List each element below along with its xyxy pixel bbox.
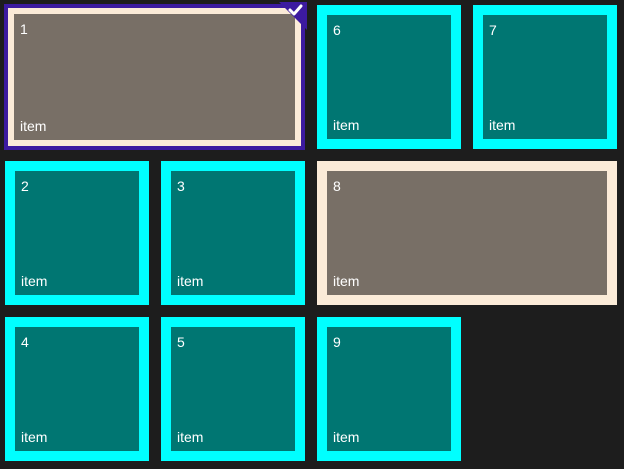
tile-label: item bbox=[177, 273, 204, 289]
tile-grid: 1 item 6 item 7 item 2 item 3 item 8 ite… bbox=[0, 0, 624, 469]
grid-tile-2[interactable]: 2 item bbox=[5, 161, 149, 305]
checkmark-icon bbox=[279, 2, 307, 30]
grid-tile-8[interactable]: 8 item bbox=[317, 161, 617, 305]
grid-tile-3[interactable]: 3 item bbox=[161, 161, 305, 305]
tile-label: item bbox=[20, 118, 47, 134]
tile-number: 9 bbox=[333, 334, 341, 350]
tile-label: item bbox=[489, 117, 516, 133]
grid-tile-5[interactable]: 5 item bbox=[161, 317, 305, 461]
tile-label: item bbox=[21, 429, 48, 445]
tile-number: 4 bbox=[21, 334, 29, 350]
grid-tile-7[interactable]: 7 item bbox=[473, 5, 617, 149]
tile-number: 8 bbox=[333, 178, 341, 194]
grid-tile-4[interactable]: 4 item bbox=[5, 317, 149, 461]
tile-number: 7 bbox=[489, 22, 497, 38]
grid-tile-6[interactable]: 6 item bbox=[317, 5, 461, 149]
tile-number: 2 bbox=[21, 178, 29, 194]
grid-tile-9[interactable]: 9 item bbox=[317, 317, 461, 461]
tile-label: item bbox=[333, 117, 360, 133]
tile-label: item bbox=[21, 273, 48, 289]
tile-number: 5 bbox=[177, 334, 185, 350]
tile-label: item bbox=[333, 273, 360, 289]
tile-number: 3 bbox=[177, 178, 185, 194]
tile-number: 6 bbox=[333, 22, 341, 38]
tile-number: 1 bbox=[20, 21, 28, 37]
tile-label: item bbox=[177, 429, 204, 445]
grid-tile-1[interactable]: 1 item bbox=[4, 2, 307, 150]
selected-check-corner bbox=[277, 2, 307, 32]
tile-label: item bbox=[333, 429, 360, 445]
